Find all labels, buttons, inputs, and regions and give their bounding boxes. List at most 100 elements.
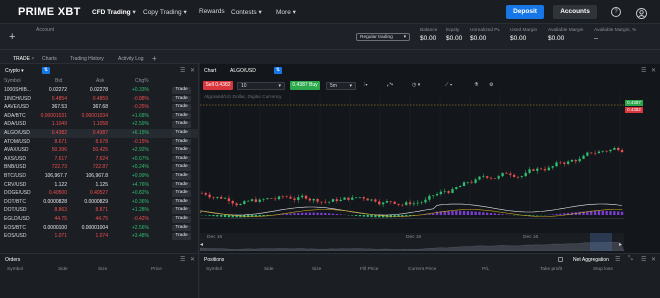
table-row[interactable]: BNB/USD 722.73 722.87 +0.24% Trade [0, 163, 199, 172]
tab-activity-log[interactable]: Activity Log [118, 56, 144, 62]
brand-logo[interactable]: PRIME XBT [18, 6, 81, 18]
trade-button[interactable]: Trade [172, 173, 191, 180]
close-icon[interactable]: ✕ [190, 256, 195, 263]
trade-button[interactable]: Trade [172, 207, 191, 214]
trade-button[interactable]: Trade [172, 147, 191, 154]
trade-button[interactable]: Trade [172, 216, 191, 223]
table-row[interactable]: DOGE/USD 0.40500 0.40527 +0.82% Trade [0, 189, 199, 198]
trade-button[interactable]: Trade [172, 164, 191, 171]
table-row[interactable]: AAVE/USD 367.53 367.68 -0.25% Trade [0, 103, 199, 112]
nav-cfd-trading[interactable]: CFD Trading ▾ [92, 8, 136, 16]
chart-tab[interactable]: Chart [204, 68, 216, 74]
trade-button[interactable]: Trade [172, 138, 191, 146]
add-tab-icon[interactable]: + [152, 54, 157, 63]
trading-mode-select[interactable]: Regular trading ▾ [356, 33, 410, 41]
top-nav: PRIME XBT CFD Trading ▾ Copy Trading ▾ R… [0, 0, 660, 24]
histogram-bar [593, 210, 597, 215]
trade-button[interactable]: Trade [172, 104, 191, 111]
help-icon[interactable]: ? [611, 7, 621, 17]
candle [601, 150, 604, 152]
flask-icon[interactable]: ⚗ [474, 82, 478, 88]
table-row[interactable]: EGLD/USD 44.75 44.75 -0.42% Trade [0, 215, 199, 224]
table-row[interactable]: 1000SHIB... 0.02272 0.02278 +0.33% Trade [0, 86, 199, 95]
table-row[interactable]: DOT/BTC 0.0000828 0.0000829 +0.36% Trade [0, 198, 199, 207]
bid-cell: 0.40500 [48, 190, 67, 197]
table-row[interactable]: ALGO/USD 0.4382 0.4387 +6.15% Trade [0, 129, 199, 138]
stat-unrealized-pl: Unrealized PL $0.00 [470, 28, 500, 42]
table-row[interactable]: EOS/BTC 0.0000100 0.00001004 +2.56% Trade [0, 224, 199, 233]
filter-icon[interactable]: ☰ [615, 256, 620, 263]
tab-trading-history[interactable]: Trading History [70, 56, 104, 62]
user-icon[interactable] [636, 6, 647, 24]
trade-button[interactable]: Trade [172, 95, 191, 103]
candle [563, 162, 566, 164]
menu-icon[interactable]: ☰ [180, 256, 185, 263]
indicators-icon[interactable]: ⤢▾ [387, 82, 393, 88]
table-row[interactable]: ADA/BTC 0.00001031 0.00001034 +1.68% Trade [0, 112, 199, 121]
nav-rewards[interactable]: Rewards [199, 8, 225, 15]
table-row[interactable]: DOT/USD 8.863 8.871 +1.28% Trade [0, 206, 199, 215]
trade-button[interactable]: Trade [172, 155, 191, 163]
table-row[interactable]: CRV/USD 1.122 1.125 +4.76% Trade [0, 181, 199, 190]
trade-button[interactable]: Trade [172, 190, 191, 197]
symbol-settings-icon[interactable]: ⇅ [274, 67, 282, 74]
histogram-bar [528, 215, 531, 216]
workspace-tabs: TRADE × Charts Trading History Activity … [0, 51, 200, 65]
table-row[interactable]: BTC/USD 106,967.7 106,967.8 +0.99% Trade [0, 172, 199, 181]
change-cell: -0.25% [133, 104, 149, 111]
watchlist-settings-icon[interactable]: ⇅ [42, 67, 50, 74]
trade-button[interactable]: Trade [172, 130, 191, 137]
change-cell: +0.33% [131, 87, 149, 93]
close-icon[interactable]: ✕ [190, 67, 195, 74]
tab-charts[interactable]: Charts [42, 56, 57, 62]
net-aggregation-checkbox[interactable] [558, 257, 563, 262]
watchlist-title[interactable]: Crypto ▾ [5, 68, 24, 74]
expand-icon[interactable]: ⤡ [628, 256, 633, 263]
chart-canvas[interactable] [200, 93, 660, 251]
accounts-button[interactable]: Accounts [553, 5, 597, 19]
nav-copy-trading[interactable]: Copy Trading ▾ [143, 8, 187, 16]
bid-cell: 1.071 [54, 233, 67, 240]
table-row[interactable]: EOS/USD 1.071 1.074 +3.48% Trade [0, 232, 199, 241]
trade-button[interactable]: Trade [172, 181, 191, 189]
trade-button[interactable]: Trade [172, 224, 191, 232]
quantity-select[interactable]: 10 ▾ [237, 82, 285, 90]
menu-icon[interactable]: ☰ [641, 256, 646, 263]
histogram-bar [432, 213, 435, 215]
table-row[interactable]: ADA/USD 1.1049 1.1058 +2.59% Trade [0, 120, 199, 129]
menu-icon[interactable]: ☰ [180, 67, 185, 74]
trade-button[interactable]: Trade [172, 121, 191, 128]
nav-contests[interactable]: Contests ▾ [231, 8, 262, 16]
table-row[interactable]: 1INCH/USD 0.4854 0.4859 -0.88% Trade [0, 95, 199, 104]
trade-button[interactable]: Trade [172, 112, 191, 120]
close-icon[interactable]: ✕ [651, 256, 656, 263]
deposit-button[interactable]: Deposit [506, 5, 544, 19]
close-icon[interactable]: ✕ [651, 67, 656, 74]
trade-button[interactable]: Trade [172, 87, 191, 94]
sell-button[interactable]: Sell 0.4382 [203, 81, 233, 90]
col-ask: Ask [96, 78, 105, 84]
draw-tool-icon[interactable]: ⟋ ▾ [445, 82, 452, 88]
scroll-left-icon[interactable]: ◂ [200, 241, 203, 248]
gear-icon[interactable]: ⚙ [489, 82, 493, 88]
candle [374, 199, 377, 202]
tab-trade[interactable]: TRADE × [10, 56, 37, 65]
table-row[interactable]: AVAX/USD 50.396 50.425 +2.92% Trade [0, 146, 199, 155]
trade-button[interactable]: Trade [172, 233, 191, 240]
add-account-icon[interactable]: + [9, 31, 15, 43]
table-row[interactable]: AXS/USD 7.617 7.624 +0.67% Trade [0, 155, 199, 164]
menu-icon[interactable]: ☰ [641, 67, 646, 74]
buy-button[interactable]: 0.4387 Buy [290, 81, 320, 90]
candle-type-icon[interactable]: ⫶▾ [364, 82, 368, 88]
trade-button[interactable]: Trade [172, 198, 191, 206]
nav-more[interactable]: More ▾ [276, 8, 296, 16]
bid-cell: 44.75 [54, 216, 67, 222]
ask-cell: 8.678 [95, 138, 108, 145]
candle [312, 199, 315, 201]
candle [304, 195, 308, 199]
close-icon[interactable]: × [31, 56, 34, 62]
timer-icon[interactable]: ◷ ▾ [412, 82, 420, 88]
table-row[interactable]: ATOM/USD 8.671 8.678 -0.15% Trade [0, 138, 199, 147]
scroll-right-icon[interactable]: ▸ [619, 241, 622, 248]
interval-select[interactable]: 5m ▾ [326, 82, 356, 90]
